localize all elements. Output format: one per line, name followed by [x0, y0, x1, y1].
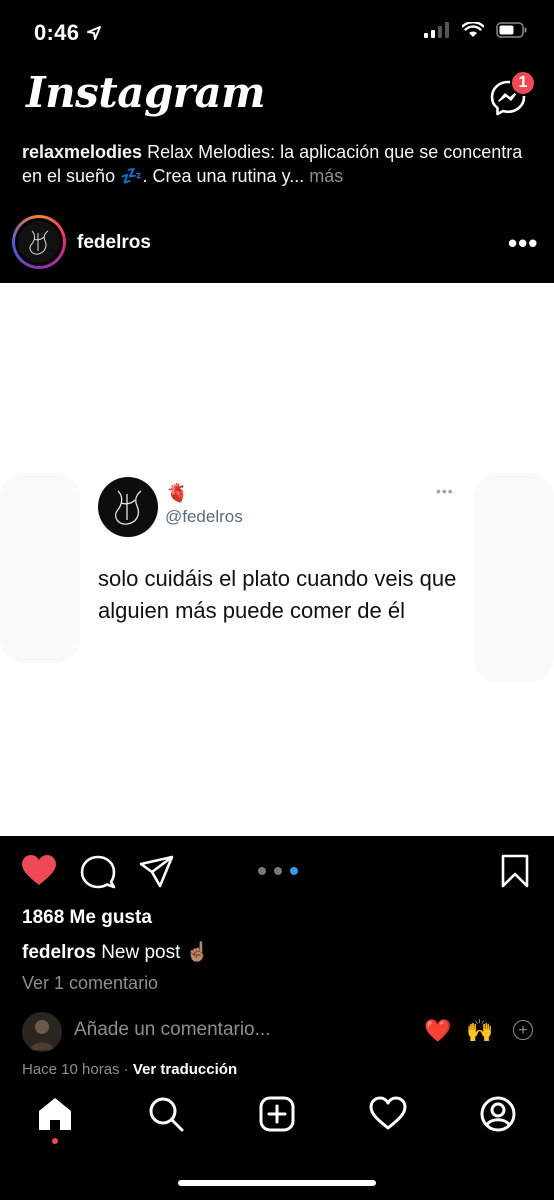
tab-activity[interactable] — [368, 1094, 408, 1134]
tweet-handle: @fedelros — [165, 507, 243, 526]
tweet-avatar — [98, 477, 158, 537]
tab-new-post[interactable] — [257, 1094, 297, 1134]
save-button[interactable] — [496, 852, 536, 892]
previous-post-caption: relaxmelodies Relax Melodies: la aplicac… — [22, 140, 537, 188]
tweet-name-emoji: 🫀 — [166, 483, 189, 503]
comment-button[interactable] — [79, 852, 119, 892]
caption-username[interactable]: fedelros — [22, 942, 96, 963]
quick-emoji-raised-hands[interactable]: 🙌 — [466, 1018, 493, 1044]
home-notification-dot — [52, 1138, 58, 1144]
view-comments-link[interactable]: Ver 1 comentario — [22, 973, 158, 994]
post-caption: fedelros New post ☝🏽 — [22, 940, 209, 964]
carousel-dot — [274, 867, 282, 875]
comment-input[interactable] — [74, 1019, 404, 1041]
profile-icon — [480, 1096, 516, 1132]
more-link[interactable]: más — [309, 166, 343, 186]
wifi-icon — [462, 22, 484, 37]
add-emoji-button[interactable]: + — [513, 1020, 533, 1040]
tab-search[interactable] — [146, 1094, 186, 1134]
activity-icon — [369, 1096, 407, 1130]
tab-profile[interactable] — [478, 1094, 518, 1134]
home-icon — [39, 1098, 71, 1130]
messenger-badge: 1 — [510, 70, 536, 96]
quick-emoji-heart[interactable]: ❤️ — [424, 1018, 451, 1044]
more-options-button[interactable]: ••• — [508, 228, 538, 259]
messenger-button[interactable]: 1 — [488, 70, 536, 122]
location-arrow-icon — [86, 26, 101, 40]
post-image[interactable]: 🫀 @fedelros ••• solo cuidáis el plato cu… — [0, 283, 554, 836]
new-post-icon — [259, 1096, 295, 1132]
like-button[interactable] — [20, 852, 60, 892]
search-icon — [149, 1097, 184, 1132]
battery-icon — [496, 22, 527, 38]
share-button[interactable] — [138, 852, 178, 892]
signal-icon — [424, 22, 449, 38]
post-username[interactable]: fedelros — [77, 232, 151, 254]
tab-home[interactable] — [35, 1094, 75, 1134]
avatar — [18, 221, 60, 263]
translate-link[interactable]: Ver traducción — [133, 1061, 237, 1078]
comment-icon — [80, 855, 116, 889]
current-user-avatar — [22, 1012, 62, 1052]
like-count[interactable]: 1868 Me gusta — [22, 907, 152, 929]
status-time: 0:46 — [34, 20, 102, 46]
caption-text: New post ☝🏽 — [101, 942, 210, 963]
carousel-dot — [258, 867, 266, 875]
tweet-more-icon: ••• — [436, 483, 454, 499]
more-icon: ••• — [508, 228, 539, 258]
instagram-logo[interactable]: Instagram — [26, 68, 266, 117]
caption-username[interactable]: relaxmelodies — [22, 142, 142, 162]
home-indicator[interactable] — [178, 1180, 376, 1186]
carousel-dot-active — [290, 867, 298, 875]
share-icon — [139, 855, 174, 888]
heart-icon — [22, 855, 56, 885]
post-timestamp: Hace 10 horas — [22, 1061, 120, 1078]
story-ring[interactable] — [12, 215, 66, 269]
carousel-indicator — [258, 867, 298, 875]
post-time: Hace 10 horas · Ver traducción — [22, 1061, 238, 1078]
status-icons — [424, 22, 528, 38]
bookmark-icon — [501, 854, 529, 888]
tweet-text: solo cuidáis el plato cuando veis que al… — [98, 566, 457, 623]
